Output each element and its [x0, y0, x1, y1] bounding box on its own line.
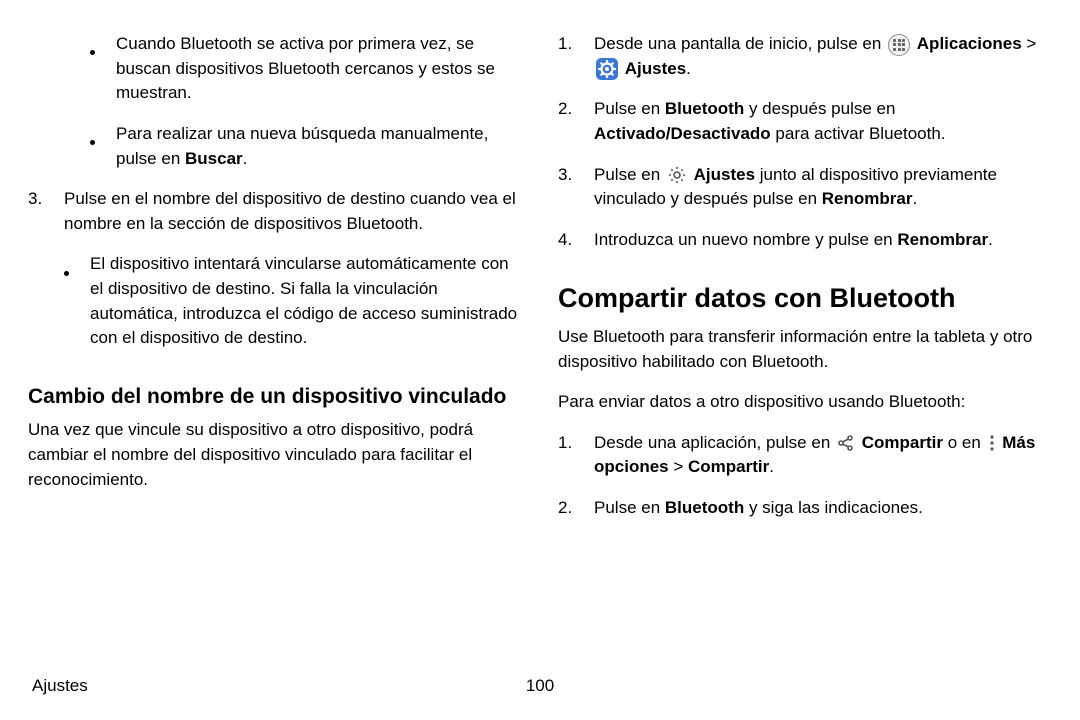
separator: > — [1022, 34, 1037, 53]
text-bold: Bluetooth — [665, 498, 744, 517]
left-column: Cuando Bluetooth se activa por primera v… — [28, 32, 522, 537]
heading-share-bluetooth: Compartir datos con Bluetooth — [558, 282, 1052, 314]
step-text: Pulse en el nombre del dispositivo de de… — [64, 187, 522, 236]
apps-label: Aplicaciones — [917, 34, 1022, 53]
step-body: Pulse en Bluetooth y siga las indicacion… — [594, 496, 1052, 521]
numbered-step: 4. Introduzca un nuevo nombre y pulse en… — [558, 228, 1052, 253]
settings-icon — [596, 58, 618, 80]
text: . — [988, 230, 993, 249]
text: Desde una pantalla de inicio, pulse en — [594, 34, 886, 53]
bullet-list: Cuando Bluetooth se activa por primera v… — [90, 32, 522, 171]
step-body: Pulse en Ajustes junto al dispositivo pr… — [594, 163, 1052, 212]
text-bold: Activado/Desactivado — [594, 124, 771, 143]
footer-section: Ajustes — [32, 676, 88, 696]
text: o en — [943, 433, 986, 452]
page-body: Cuando Bluetooth se activa por primera v… — [0, 0, 1080, 537]
text: Pulse en — [594, 165, 665, 184]
text: Para realizar una nueva búsqueda manualm… — [116, 124, 488, 168]
right-column: 1. Desde una pantalla de inicio, pulse e… — [558, 32, 1052, 537]
step-body: Introduzca un nuevo nombre y pulse en Re… — [594, 228, 1052, 253]
paragraph: Para enviar datos a otro dispositivo usa… — [558, 390, 1052, 415]
step-number: 4. — [558, 228, 584, 253]
numbered-step: 1. Desde una pantalla de inicio, pulse e… — [558, 32, 1052, 81]
step-number: 3. — [28, 187, 54, 367]
text-bold: Renombrar — [897, 230, 988, 249]
paragraph: Use Bluetooth para transferir informació… — [558, 325, 1052, 374]
bullet-icon — [64, 260, 72, 351]
numbered-step: 3. Pulse en Ajustes junto al dispositivo… — [558, 163, 1052, 212]
more-options-icon — [988, 434, 996, 452]
text-bold: Bluetooth — [665, 99, 744, 118]
text: y siga las indicaciones. — [744, 498, 923, 517]
list-item: El dispositivo intentará vincularse auto… — [64, 252, 522, 351]
step-body: Pulse en el nombre del dispositivo de de… — [64, 187, 522, 367]
numbered-step: 3. Pulse en el nombre del dispositivo de… — [28, 187, 522, 367]
bullet-text: Cuando Bluetooth se activa por primera v… — [116, 32, 522, 106]
settings-label: Ajustes — [625, 59, 686, 78]
text: y después pulse en — [744, 99, 895, 118]
step-body: Desde una aplicación, pulse en Compartir… — [594, 431, 1052, 480]
text-bold: Compartir — [688, 457, 769, 476]
list-item: Cuando Bluetooth se activa por primera v… — [90, 32, 522, 106]
numbered-step: 1. Desde una aplicación, pulse en Compar… — [558, 431, 1052, 480]
bullet-text: El dispositivo intentará vincularse auto… — [90, 252, 522, 351]
text: Desde una aplicación, pulse en — [594, 433, 835, 452]
text: . — [686, 59, 691, 78]
bullet-text: Para realizar una nueva búsqueda manualm… — [116, 122, 522, 171]
separator: > — [669, 457, 688, 476]
list-item: Para realizar una nueva búsqueda manualm… — [90, 122, 522, 171]
text-bold: Renombrar — [822, 189, 913, 208]
heading-rename-device: Cambio del nombre de un dispositivo vinc… — [28, 383, 522, 410]
numbered-step: 2. Pulse en Bluetooth y después pulse en… — [558, 97, 1052, 146]
text: para activar Bluetooth. — [771, 124, 946, 143]
bullet-icon — [90, 40, 98, 106]
share-icon — [837, 434, 855, 452]
step-body: Desde una pantalla de inicio, pulse en A… — [594, 32, 1052, 81]
step-number: 2. — [558, 97, 584, 146]
text-bold: Buscar — [185, 149, 243, 168]
bullet-icon — [90, 130, 98, 171]
paragraph: Una vez que vincule su dispositivo a otr… — [28, 418, 522, 492]
step-number: 1. — [558, 431, 584, 480]
gear-icon — [667, 165, 687, 185]
numbered-step: 2. Pulse en Bluetooth y siga las indicac… — [558, 496, 1052, 521]
page-number: 100 — [526, 676, 554, 696]
apps-icon — [888, 34, 910, 56]
step-body: Pulse en Bluetooth y después pulse en Ac… — [594, 97, 1052, 146]
text: Introduzca un nuevo nombre y pulse en — [594, 230, 897, 249]
text-bold: Compartir — [862, 433, 943, 452]
text: . — [769, 457, 774, 476]
text: Pulse en — [594, 99, 665, 118]
page-footer: Ajustes 100 — [32, 676, 1048, 696]
text: . — [912, 189, 917, 208]
step-number: 2. — [558, 496, 584, 521]
text: . — [243, 149, 248, 168]
step-number: 1. — [558, 32, 584, 81]
step-number: 3. — [558, 163, 584, 212]
text: Pulse en — [594, 498, 665, 517]
text-bold: Ajustes — [694, 165, 755, 184]
